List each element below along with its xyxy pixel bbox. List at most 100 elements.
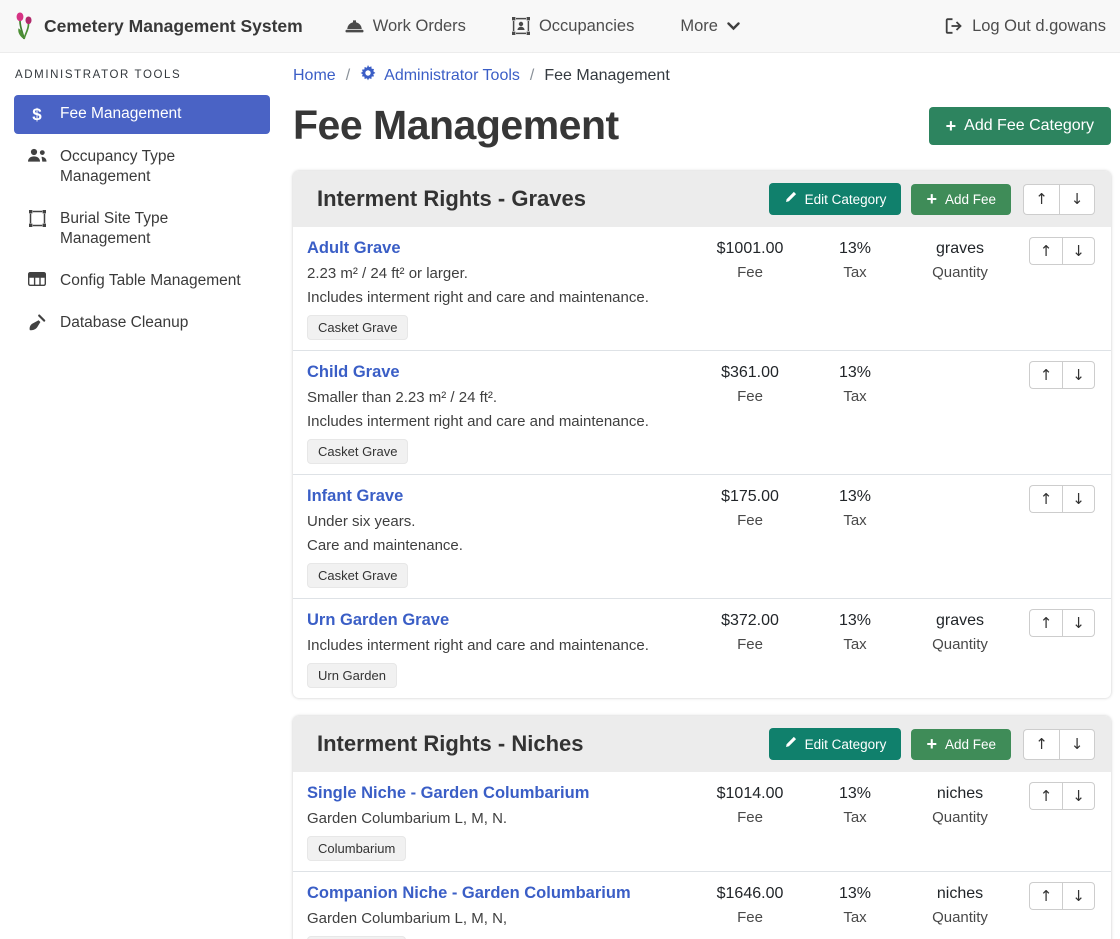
nav-more-label: More xyxy=(680,17,718,36)
people-icon xyxy=(26,148,48,163)
move-fee-up-button[interactable]: ↑ xyxy=(1029,361,1062,389)
move-fee-down-button[interactable]: ↓ xyxy=(1062,882,1095,910)
tax-amount: 13% xyxy=(809,783,901,805)
move-category-down-button[interactable]: ↓ xyxy=(1059,729,1095,760)
category-title: Interment Rights - Graves xyxy=(317,186,769,212)
nav-work-orders[interactable]: Work Orders xyxy=(345,17,466,36)
fee-description: Includes interment right and care and ma… xyxy=(307,413,681,431)
logout-label: Log Out d.gowans xyxy=(972,17,1106,36)
nav-more[interactable]: More xyxy=(680,17,740,36)
fee-row: Companion Niche - Garden Columbarium Gar… xyxy=(293,871,1111,939)
fee-category-card: Interment Rights - Niches Edit Category … xyxy=(293,716,1111,939)
tax-label: Tax xyxy=(809,809,901,826)
fee-description: 2.23 m² / 24 ft² or larger. xyxy=(307,265,681,283)
plus-icon: + xyxy=(946,119,957,133)
fee-amount: $1646.00 xyxy=(691,883,809,905)
breadcrumb: Home / Administrator Tools / Fee Managem… xyxy=(293,65,1111,86)
page-title: Fee Management xyxy=(293,102,619,149)
tax-label: Tax xyxy=(809,636,901,653)
sidebar-heading: ADMINISTRATOR TOOLS xyxy=(15,69,270,81)
fee-row: Infant Grave Under six years. Care and m… xyxy=(293,474,1111,598)
nav-links: Work Orders Occupancies More xyxy=(345,17,740,36)
fee-reorder-controls: ↑ ↓ xyxy=(1029,882,1095,910)
move-fee-up-button[interactable]: ↑ xyxy=(1029,782,1062,810)
category-reorder-controls: ↑ ↓ xyxy=(1023,184,1095,215)
fee-name-link[interactable]: Child Grave xyxy=(307,361,400,383)
breadcrumb-admin-tools-link[interactable]: Administrator Tools xyxy=(360,65,520,86)
fee-row: Urn Garden Grave Includes interment righ… xyxy=(293,598,1111,698)
broom-icon xyxy=(26,314,48,331)
fee-amount: $372.00 xyxy=(691,610,809,632)
logout-icon xyxy=(945,18,963,34)
add-fee-category-button[interactable]: + Add Fee Category xyxy=(929,107,1111,145)
sidebar-item-occupancy-type[interactable]: Occupancy Type Management xyxy=(14,138,270,196)
fee-reorder-controls: ↑ ↓ xyxy=(1029,485,1095,513)
move-fee-down-button[interactable]: ↓ xyxy=(1062,609,1095,637)
edit-category-button[interactable]: Edit Category xyxy=(769,728,902,760)
move-fee-down-button[interactable]: ↓ xyxy=(1062,237,1095,265)
fee-reorder-controls: ↑ ↓ xyxy=(1029,782,1095,810)
fee-name-link[interactable]: Companion Niche - Garden Columbarium xyxy=(307,882,631,904)
fee-label: Fee xyxy=(691,909,809,926)
quantity-unit: niches xyxy=(901,883,1019,905)
fee-description: Under six years. xyxy=(307,513,681,531)
table-icon xyxy=(26,272,48,286)
sidebar: ADMINISTRATOR TOOLS $ Fee Management Occ… xyxy=(0,53,282,939)
app-title: Cemetery Management System xyxy=(44,16,303,37)
tax-amount: 13% xyxy=(809,362,901,384)
sidebar-item-config-table[interactable]: Config Table Management xyxy=(14,262,270,300)
nav-occupancies[interactable]: Occupancies xyxy=(512,17,634,36)
fee-amount: $175.00 xyxy=(691,486,809,508)
fee-amount: $361.00 xyxy=(691,362,809,384)
fee-amount: $1014.00 xyxy=(691,783,809,805)
category-header: Interment Rights - Graves Edit Category … xyxy=(293,171,1111,227)
tax-label: Tax xyxy=(809,512,901,529)
edit-category-button[interactable]: Edit Category xyxy=(769,183,902,215)
sidebar-item-label: Database Cleanup xyxy=(60,313,188,333)
move-fee-up-button[interactable]: ↑ xyxy=(1029,882,1062,910)
fee-name-link[interactable]: Adult Grave xyxy=(307,237,401,259)
breadcrumb-separator: / xyxy=(530,67,534,85)
move-fee-down-button[interactable]: ↓ xyxy=(1062,782,1095,810)
sidebar-item-burial-site-type[interactable]: Burial Site Type Management xyxy=(14,200,270,258)
quantity-label: Quantity xyxy=(901,809,1019,826)
pencil-icon xyxy=(784,191,797,207)
chevron-down-icon xyxy=(727,22,740,31)
move-fee-up-button[interactable]: ↑ xyxy=(1029,237,1062,265)
sidebar-item-label: Config Table Management xyxy=(60,271,241,291)
move-fee-down-button[interactable]: ↓ xyxy=(1062,485,1095,513)
breadcrumb-home-link[interactable]: Home xyxy=(293,67,336,85)
fee-reorder-controls: ↑ ↓ xyxy=(1029,609,1095,637)
fee-name-link[interactable]: Single Niche - Garden Columbarium xyxy=(307,782,589,804)
fee-category-card: Interment Rights - Graves Edit Category … xyxy=(293,171,1111,698)
fee-type-badge: Casket Grave xyxy=(307,563,408,588)
category-header: Interment Rights - Niches Edit Category … xyxy=(293,716,1111,772)
logout-button[interactable]: Log Out d.gowans xyxy=(945,17,1106,36)
move-category-up-button[interactable]: ↑ xyxy=(1023,729,1059,760)
fee-label: Fee xyxy=(691,388,809,405)
fee-description: Includes interment right and care and ma… xyxy=(307,289,681,307)
dollar-icon: $ xyxy=(26,105,48,125)
sidebar-item-fee-management[interactable]: $ Fee Management xyxy=(14,95,270,134)
add-fee-button[interactable]: + Add Fee xyxy=(911,729,1011,760)
fee-description: Garden Columbarium L, M, N. xyxy=(307,810,681,828)
move-fee-down-button[interactable]: ↓ xyxy=(1062,361,1095,389)
top-navbar: Cemetery Management System Work Orders xyxy=(0,0,1120,53)
app-brand[interactable]: Cemetery Management System xyxy=(14,11,303,41)
fee-name-link[interactable]: Urn Garden Grave xyxy=(307,609,449,631)
fee-name-link[interactable]: Infant Grave xyxy=(307,485,403,507)
move-fee-up-button[interactable]: ↑ xyxy=(1029,609,1062,637)
move-fee-up-button[interactable]: ↑ xyxy=(1029,485,1062,513)
tax-label: Tax xyxy=(809,909,901,926)
sidebar-item-database-cleanup[interactable]: Database Cleanup xyxy=(14,304,270,342)
move-category-down-button[interactable]: ↓ xyxy=(1059,184,1095,215)
tax-amount: 13% xyxy=(809,486,901,508)
fee-row: Single Niche - Garden Columbarium Garden… xyxy=(293,772,1111,871)
fee-row: Adult Grave 2.23 m² / 24 ft² or larger. … xyxy=(293,227,1111,350)
fee-label: Fee xyxy=(691,512,809,529)
fee-type-badge: Urn Garden xyxy=(307,663,397,688)
vector-square-icon xyxy=(26,210,48,227)
fee-label: Fee xyxy=(691,264,809,281)
move-category-up-button[interactable]: ↑ xyxy=(1023,184,1059,215)
add-fee-button[interactable]: + Add Fee xyxy=(911,184,1011,215)
